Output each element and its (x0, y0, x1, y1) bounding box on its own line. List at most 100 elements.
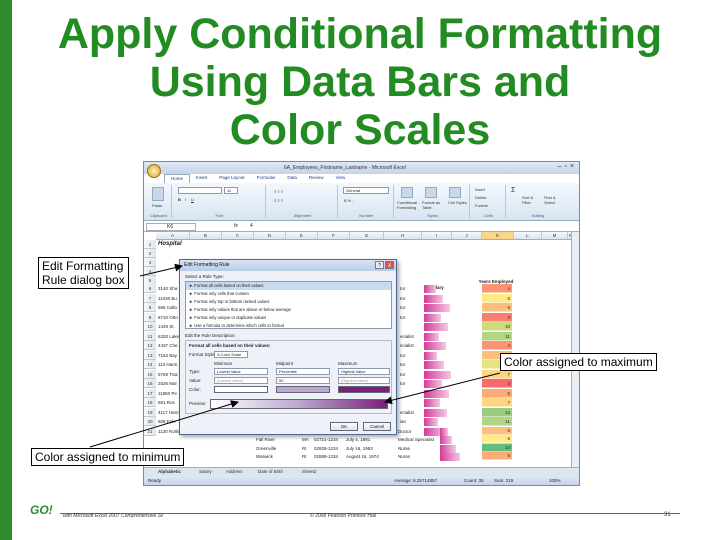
row-header[interactable]: 2 (144, 249, 156, 258)
cell-title[interactable]: ecialist (400, 341, 422, 350)
cell-title[interactable]: tor (400, 360, 422, 369)
underline-button[interactable]: U (191, 197, 194, 202)
cell-title[interactable]: ecialist (400, 408, 422, 417)
cell-title[interactable]: tor (400, 351, 422, 360)
salary-data-bar[interactable] (424, 285, 436, 293)
salary-data-bar[interactable] (424, 370, 451, 379)
indent-icon[interactable]: ≡ ≡ ≡ (274, 198, 283, 203)
column-header-h[interactable]: H (384, 232, 422, 240)
years-employed-cell[interactable]: 11 (482, 417, 512, 426)
min-value-input[interactable]: (Lowest value) (214, 377, 268, 384)
sheet-tab-salary[interactable]: Salary (199, 469, 212, 474)
cell-zip[interactable]: 02888-1234 (314, 452, 344, 461)
years-employed-cell[interactable]: 10 (482, 322, 512, 331)
salary-data-bar[interactable] (424, 361, 444, 369)
cell-city[interactable]: Warwick (256, 452, 300, 461)
years-employed-cell[interactable]: 8 (482, 435, 512, 443)
years-employed-cell[interactable]: 4 (482, 341, 512, 350)
years-employed-cell[interactable]: 11 (482, 331, 512, 341)
cell-title[interactable]: tor (400, 379, 422, 388)
format-button[interactable]: Format (475, 203, 488, 208)
salary-data-bar[interactable] (424, 332, 439, 341)
row-header[interactable]: 12 (144, 341, 156, 350)
number-format-box[interactable]: General (343, 187, 389, 194)
tab-data[interactable]: Data (281, 174, 303, 183)
ok-button[interactable]: OK (330, 422, 358, 431)
sheet-tab-sheet2[interactable]: Sheet2 (302, 469, 316, 474)
tab-page-layout[interactable]: Page Layout (213, 174, 250, 183)
salary-data-bar[interactable] (424, 351, 437, 360)
column-header-m[interactable]: M (542, 232, 568, 240)
tab-insert[interactable]: Insert (190, 174, 213, 183)
salary-data-bar[interactable] (424, 408, 447, 417)
years-employed-cell[interactable]: 3 (482, 312, 512, 322)
sort-filter-button[interactable]: Sort & Filter (522, 195, 542, 205)
sum-icon[interactable]: Σ (511, 187, 515, 194)
font-name-box[interactable] (178, 187, 222, 194)
salary-data-bar[interactable] (424, 342, 446, 350)
years-employed-cell[interactable]: 6 (482, 426, 512, 435)
sheet-tab-address[interactable]: Address (226, 469, 243, 474)
row-header[interactable]: 4 (144, 267, 156, 276)
find-select-button[interactable]: Find & Select (544, 195, 566, 205)
years-employed-cell[interactable]: 2 (482, 379, 512, 388)
cell-styles-button[interactable]: Cell Styles (448, 200, 468, 205)
italic-button[interactable]: I (185, 197, 186, 202)
column-header-j[interactable]: J (452, 232, 482, 240)
salary-data-bar[interactable] (424, 418, 438, 426)
row-header[interactable]: 10 (144, 322, 156, 331)
sheet-tab-alphabetic[interactable]: Alphabetic (158, 469, 181, 474)
salary-data-bar[interactable] (424, 380, 442, 388)
paste-icon[interactable] (152, 187, 164, 201)
row-header[interactable]: 18 (144, 398, 156, 407)
row-header[interactable]: 15 (144, 369, 156, 379)
mid-value-input[interactable]: 50 (276, 377, 330, 384)
years-employed-cell[interactable]: 6 (482, 303, 512, 312)
column-header-k[interactable]: K (482, 232, 514, 240)
max-color-picker[interactable] (338, 386, 390, 393)
office-button[interactable] (147, 164, 161, 178)
column-header-b[interactable]: B (190, 232, 222, 240)
row-header[interactable]: 19 (144, 407, 156, 417)
rule-type-item[interactable]: ► Format only cells that contain (186, 290, 391, 298)
row-header[interactable]: 1 (144, 240, 156, 249)
row-header[interactable]: 3 (144, 258, 156, 267)
format-as-table-button[interactable]: Format as Table (422, 200, 444, 210)
row-header[interactable]: 8 (144, 303, 156, 312)
align-icon[interactable]: ≡ ≡ ≡ (274, 189, 283, 194)
conditional-formatting-icon[interactable] (401, 187, 413, 198)
format-table-icon[interactable] (425, 187, 437, 198)
max-type-select[interactable]: Highest Value (338, 368, 390, 375)
row-header[interactable]: 9 (144, 312, 156, 322)
tab-view[interactable]: View (330, 174, 352, 183)
salary-data-bar[interactable] (440, 444, 456, 453)
conditional-formatting-button[interactable]: Conditional Formatting (397, 200, 421, 210)
min-type-select[interactable]: Lowest Value (214, 368, 268, 375)
tab-home[interactable]: Home (164, 174, 191, 183)
salary-data-bar[interactable] (424, 389, 449, 398)
rule-type-item[interactable]: ► Format only unique or duplicate values (186, 314, 391, 322)
cancel-button[interactable]: Cancel (363, 422, 391, 431)
cell-title[interactable]: tor (400, 294, 422, 303)
bold-button[interactable]: B (178, 197, 181, 202)
column-header-g[interactable]: G (350, 232, 384, 240)
column-header-e[interactable]: E (286, 232, 318, 240)
row-header[interactable]: 13 (144, 350, 156, 360)
rule-type-item[interactable]: ► Format only values that are above or b… (186, 306, 391, 314)
row-header[interactable]: 20 (144, 417, 156, 426)
format-style-select[interactable]: 3-Color Scale (214, 351, 248, 358)
cell-title[interactable]: ian (400, 417, 422, 426)
number-format-icons[interactable]: $ % , (344, 198, 353, 203)
years-employed-cell[interactable]: 7 (482, 398, 512, 407)
column-header-l[interactable]: L (514, 232, 542, 240)
row-header[interactable]: 17 (144, 388, 156, 398)
row-header[interactable]: 14 (144, 360, 156, 369)
rule-type-item[interactable]: ► Use a formula to determine which cells… (186, 322, 391, 330)
column-header-i[interactable]: I (422, 232, 452, 240)
column-header-a[interactable]: A (156, 232, 190, 240)
row-header[interactable]: 6 (144, 284, 156, 293)
rule-type-item[interactable]: ► Format only top or bottom ranked value… (186, 298, 391, 306)
zoom-level[interactable]: 100% (549, 478, 561, 483)
paste-button[interactable]: Paste (152, 203, 162, 208)
window-controls[interactable]: –▫× (558, 163, 577, 170)
